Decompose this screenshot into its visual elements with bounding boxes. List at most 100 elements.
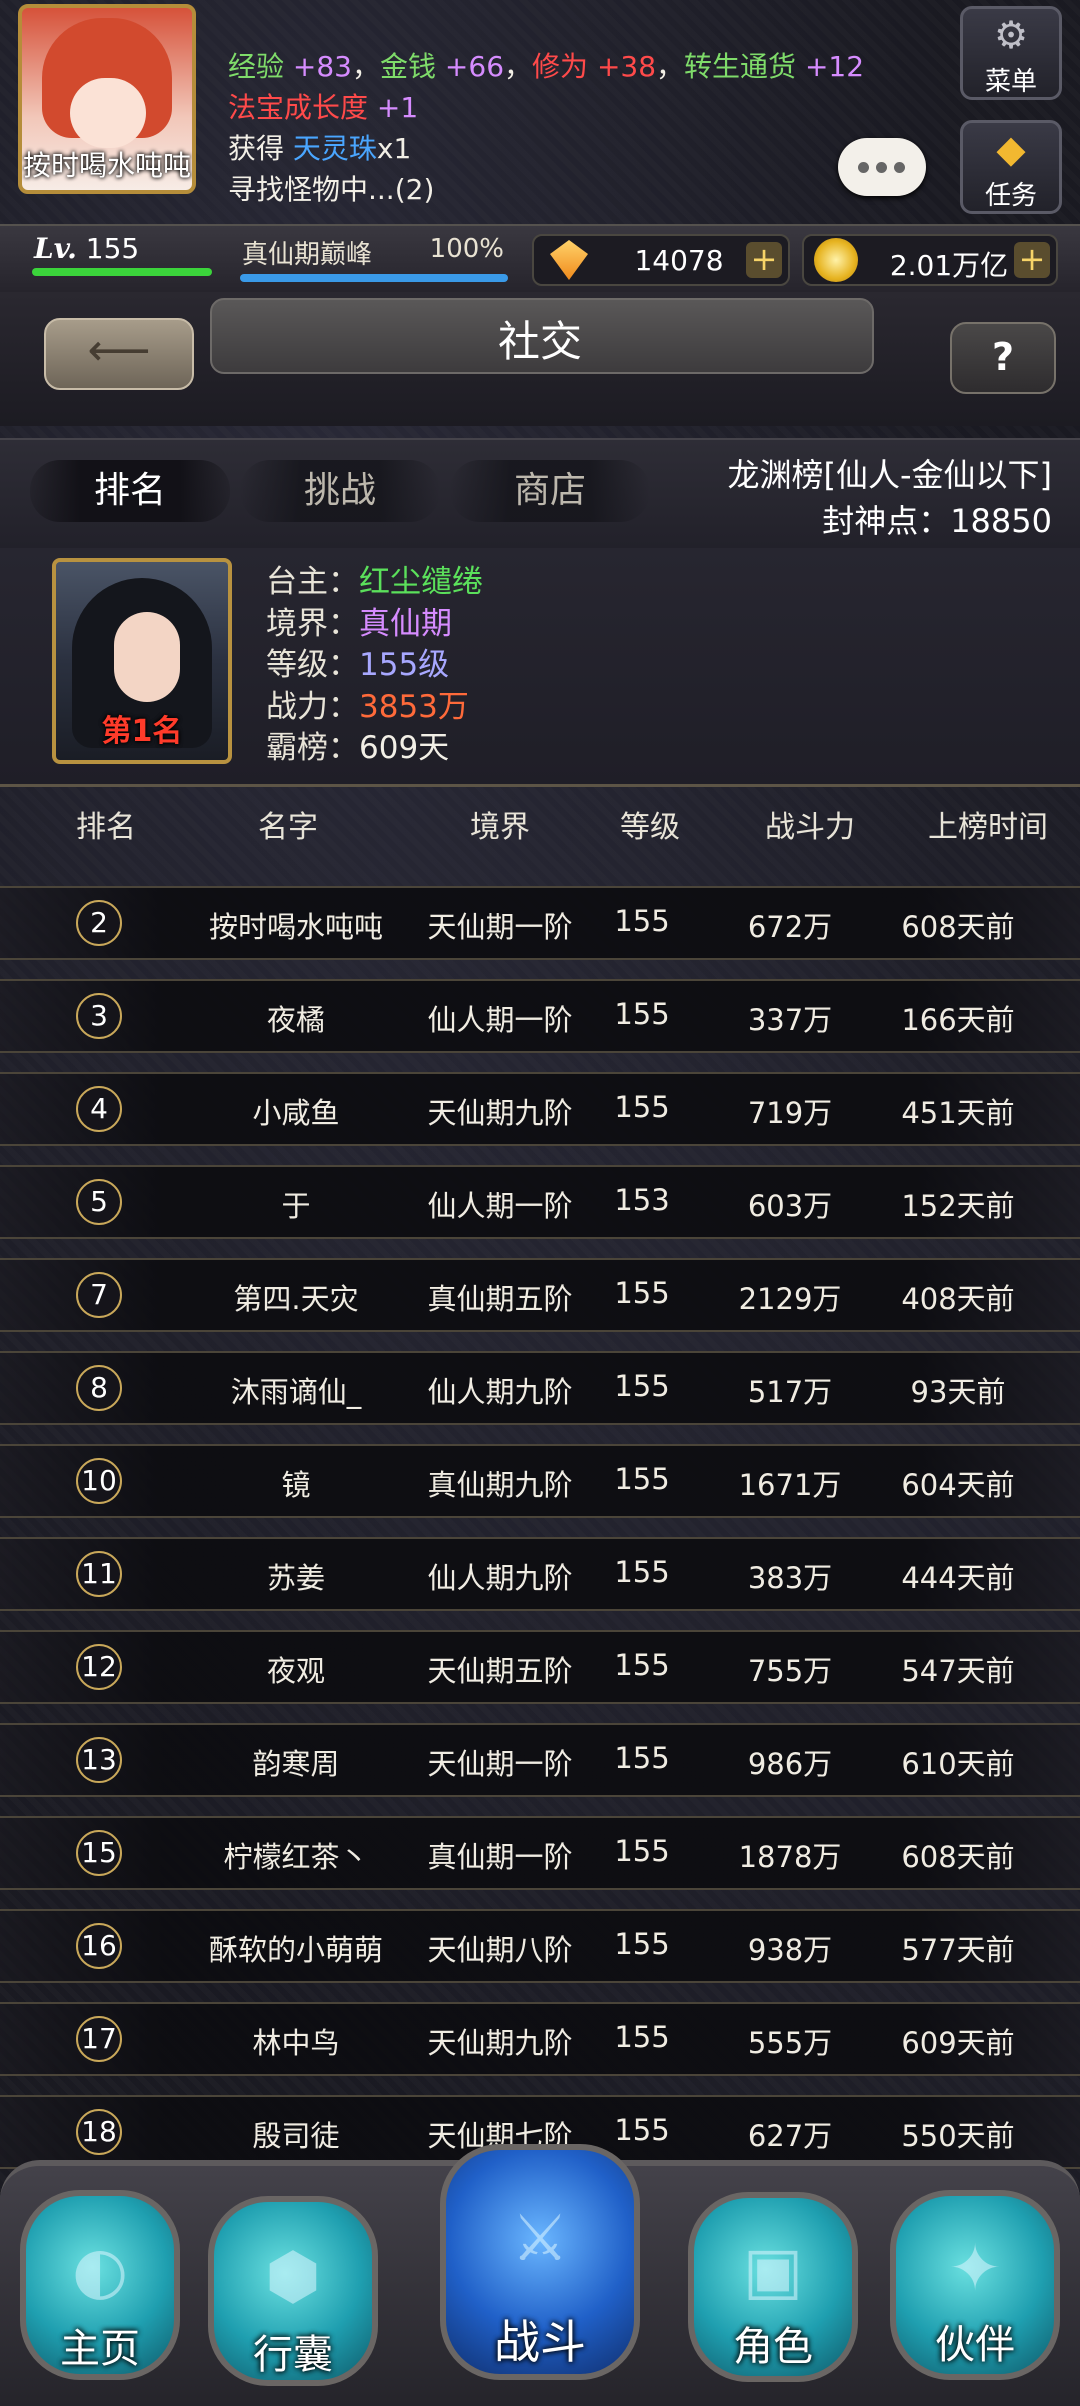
gold-currency: 2.01万亿 + (802, 234, 1058, 286)
tab-ranking[interactable]: 排名 (30, 460, 230, 522)
page-title: 社交 (497, 317, 582, 366)
coin-icon (814, 238, 858, 282)
owner-key: 台主： (266, 564, 359, 600)
task-button[interactable]: ◆ 任务 (960, 120, 1062, 214)
champion-owner: 红尘缱绻 (359, 564, 483, 600)
gem-icon: ◆ (996, 127, 1026, 171)
help-button[interactable]: ? (950, 322, 1056, 394)
realm-name: 真仙期巅峰 (242, 240, 373, 270)
row-realm: 仙人期一阶 (427, 1189, 573, 1223)
nav-battle-button[interactable]: ⚔ 战斗 (440, 2144, 640, 2380)
table-row[interactable]: 15 柠檬红茶丶 真仙期一阶 155 1878万 608天前 (0, 1816, 1080, 1890)
row-level: 155 (614, 1090, 670, 1124)
row-power: 337万 (747, 1003, 833, 1037)
table-row[interactable]: 3 夜橘 仙人期一阶 155 337万 166天前 (0, 979, 1080, 1053)
row-power: 1878万 (738, 1840, 842, 1874)
log-item-prefix: 获得 (228, 132, 293, 165)
row-time: 547天前 (901, 1654, 1015, 1688)
table-row[interactable]: 16 酥软的小萌萌 天仙期八阶 155 938万 577天前 (0, 1909, 1080, 1983)
rank-badge: 13 (76, 1737, 122, 1783)
log-line-rewards: 经验 +83，金钱 +66，修为 +38，转生通货 +12 (228, 46, 864, 87)
log-treasure-value: +1 (376, 91, 419, 124)
log-line-treasure: 法宝成长度 +1 (228, 87, 864, 128)
row-name: 于 (281, 1189, 311, 1223)
row-name: 苏姜 (266, 1561, 325, 1595)
tab-shop[interactable]: 商店 (450, 460, 650, 522)
home-icon: ◐ (72, 2234, 128, 2308)
add-gems-button[interactable]: + (746, 242, 782, 278)
rank-badge: 5 (76, 1179, 122, 1225)
row-time: 608天前 (901, 910, 1015, 944)
log-reward-segment: ， (352, 50, 381, 83)
rank-badge: 10 (76, 1458, 122, 1504)
log-line-item: 获得 天灵珠x1 (228, 128, 864, 169)
row-name: 小咸鱼 (252, 1096, 340, 1130)
realm-bar (240, 274, 508, 282)
table-row[interactable]: 5 于 仙人期一阶 153 603万 152天前 (0, 1165, 1080, 1239)
exp-bar (32, 268, 212, 276)
champion-info: 台主：红尘缱绻 境界：真仙期 等级：155级 战力：3853万 霸榜：609天 (266, 562, 483, 770)
champion-realm-row: 境界：真仙期 (266, 604, 483, 646)
level-prefix: Lv. (34, 232, 77, 265)
row-level: 155 (614, 1741, 670, 1775)
chest-icon: ▣ (742, 2234, 804, 2308)
stats-bar: Lv. 155 真仙期巅峰 100% 14078 + 2.01万亿 + (0, 224, 1080, 294)
row-realm: 天仙期九阶 (427, 2026, 573, 2060)
row-time: 610天前 (901, 1747, 1015, 1781)
table-row[interactable]: 7 第四.天灾 真仙期五阶 155 2129万 408天前 (0, 1258, 1080, 1332)
table-row[interactable]: 10 镜 真仙期九阶 155 1671万 604天前 (0, 1444, 1080, 1518)
row-power: 517万 (747, 1375, 833, 1409)
table-row[interactable]: 2 按时喝水吨吨 天仙期一阶 155 672万 608天前 (0, 886, 1080, 960)
champion-power-row: 战力：3853万 (266, 687, 483, 729)
gem-currency: 14078 + (532, 234, 790, 286)
realm-key: 境界： (266, 605, 359, 642)
row-level: 155 (614, 1927, 670, 1961)
gear-icon: ⚙ (993, 13, 1029, 57)
row-time: 608天前 (901, 1840, 1015, 1874)
menu-label: 菜单 (984, 67, 1037, 97)
log-reward-segment: +83 (292, 50, 352, 83)
rank-badge: 15 (76, 1830, 122, 1876)
gold-amount: 2.01万亿 (889, 249, 1009, 282)
nav-partner-button[interactable]: ✦ 伙伴 (890, 2190, 1060, 2380)
menu-button[interactable]: ⚙ 菜单 (960, 6, 1062, 100)
row-level: 155 (614, 1555, 670, 1589)
row-level: 153 (614, 1183, 670, 1217)
chat-bubble-button[interactable] (838, 138, 926, 196)
add-gold-button[interactable]: + (1014, 242, 1050, 278)
table-row[interactable]: 13 韵寒周 天仙期一阶 155 986万 610天前 (0, 1723, 1080, 1797)
realm-progress: 真仙期巅峰 100% (240, 234, 508, 284)
level-key: 等级： (266, 647, 359, 683)
board-info: 龙渊榜[仙人-金仙以下] 封神点：18850 (727, 452, 1052, 544)
sword-icon: ⚔ (511, 2202, 569, 2276)
board-points: 封神点：18850 (822, 502, 1052, 540)
log-reward-segment: 修为 (532, 50, 597, 83)
player-avatar[interactable]: 按时喝水吨吨 (18, 4, 196, 194)
table-row[interactable]: 17 林中鸟 天仙期九阶 155 555万 609天前 (0, 2002, 1080, 2076)
table-row[interactable]: 12 夜观 天仙期五阶 155 755万 547天前 (0, 1630, 1080, 1704)
row-time: 93天前 (910, 1375, 1006, 1409)
log-item-count: x1 (376, 132, 412, 165)
nav-character-button[interactable]: ▣ 角色 (688, 2192, 858, 2382)
row-name: 按时喝水吨吨 (208, 910, 383, 944)
row-level: 155 (614, 1648, 670, 1682)
table-row[interactable]: 8 沐雨谪仙_ 仙人期九阶 155 517万 93天前 (0, 1351, 1080, 1425)
nav-home-button[interactable]: ◐ 主页 (20, 2190, 180, 2380)
table-row[interactable]: 11 苏姜 仙人期九阶 155 383万 444天前 (0, 1537, 1080, 1611)
nav-bag-button[interactable]: ⬢ 行囊 (208, 2196, 378, 2386)
table-row[interactable]: 4 小咸鱼 天仙期九阶 155 719万 451天前 (0, 1072, 1080, 1146)
nav-partner-label: 伙伴 (935, 2322, 1015, 2368)
row-level: 155 (614, 1369, 670, 1403)
rank-badge: 7 (76, 1272, 122, 1318)
log-reward-segment: +12 (804, 50, 865, 83)
champion-reign: 609天 (359, 730, 450, 766)
log-reward-segment: +38 (596, 50, 657, 83)
col-name: 名字 (258, 810, 318, 845)
row-level: 155 (614, 1462, 670, 1496)
rank-badge: 17 (76, 2016, 122, 2062)
tab-challenge[interactable]: 挑战 (240, 460, 440, 522)
player-level: Lv. 155 (34, 232, 139, 265)
champion-portrait[interactable]: 第1名 (52, 558, 232, 764)
row-name: 酥软的小萌萌 (208, 1933, 383, 1967)
power-key: 战力： (266, 688, 359, 725)
